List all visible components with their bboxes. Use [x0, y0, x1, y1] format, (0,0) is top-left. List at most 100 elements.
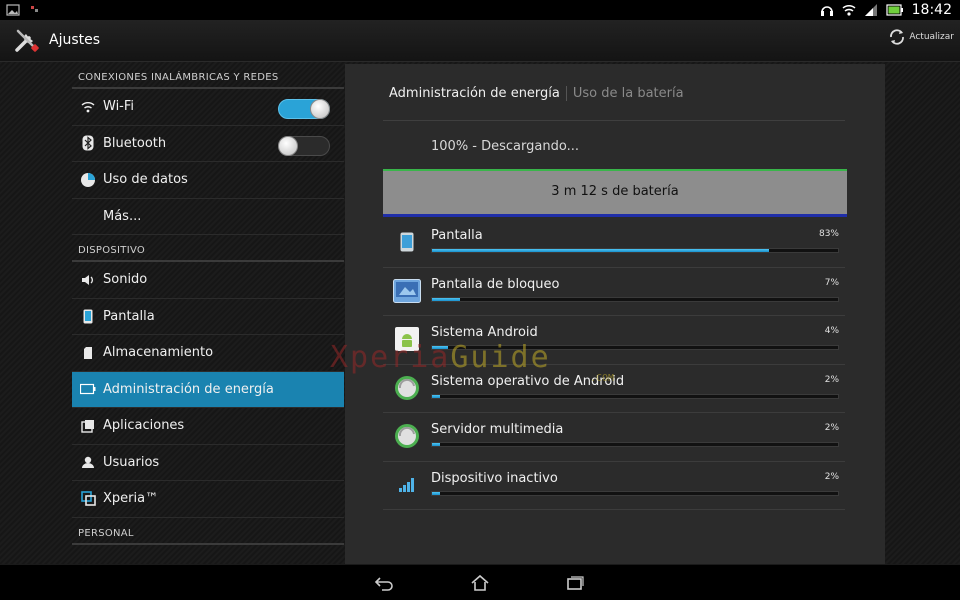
- usage-bar: [431, 248, 839, 253]
- content-area: CONEXIONES INALÁMBRICAS Y REDES Wi-Fi Bl…: [0, 62, 960, 564]
- menu-item-label: Usuarios: [103, 454, 160, 470]
- menu-item-label: Xperia™: [103, 491, 159, 507]
- usage-bar-fill: [432, 346, 449, 349]
- settings-tools-icon[interactable]: [12, 25, 42, 55]
- menu-item-bluetooth[interactable]: Bluetooth: [72, 126, 344, 162]
- usage-label: Pantalla de bloqueo: [431, 276, 560, 292]
- menu-item-power-management[interactable]: Administración de energía: [72, 371, 344, 408]
- usage-bar: [431, 393, 839, 399]
- usage-bar: [431, 442, 839, 447]
- usage-bar-fill: [432, 297, 461, 301]
- bluetooth-icon: [79, 134, 97, 152]
- section-header-personal: PERSONAL: [72, 518, 344, 545]
- back-icon: [374, 577, 393, 591]
- menu-item-sound[interactable]: Sonido: [72, 262, 344, 299]
- storage-icon: [79, 344, 97, 362]
- toggle-knob: [310, 99, 330, 119]
- menu-item-label: Bluetooth: [103, 135, 167, 151]
- gallery-notification-icon: [6, 4, 20, 16]
- apps-icon: [79, 417, 97, 435]
- usage-label: Sistema Android: [431, 325, 538, 340]
- menu-item-storage[interactable]: Almacenamiento: [72, 335, 344, 372]
- menu-item-display[interactable]: Pantalla: [72, 299, 344, 335]
- toggle-knob: [278, 135, 298, 156]
- android-os-icon: [393, 374, 421, 402]
- menu-item-label: Sonido: [103, 272, 148, 288]
- home-icon: [471, 574, 489, 591]
- panel-tabs: Administración de energía Uso de la bate…: [389, 86, 684, 101]
- usage-row-android-os[interactable]: Sistema operativo de Android 2%: [383, 365, 845, 413]
- headset-icon: [820, 6, 833, 16]
- sound-icon: [79, 271, 97, 289]
- cell-signal-icon: [864, 4, 877, 16]
- usage-label: Pantalla: [431, 228, 483, 243]
- battery-icon: [886, 4, 903, 16]
- home-button[interactable]: [470, 573, 490, 593]
- recent-apps-button[interactable]: [565, 573, 585, 593]
- bluetooth-toggle[interactable]: [278, 135, 330, 156]
- usage-row-android-system[interactable]: Sistema Android 4%: [383, 316, 845, 365]
- usage-row-media-server[interactable]: Servidor multimedia 2%: [383, 413, 845, 462]
- usage-list: Pantalla 83% Pantalla de bloqueo 7% Sist…: [383, 219, 845, 510]
- back-button[interactable]: [374, 573, 394, 593]
- menu-item-label: Uso de datos: [103, 172, 188, 188]
- refresh-label: Actualizar: [909, 32, 954, 42]
- wifi-signal-icon: [842, 4, 856, 16]
- screen-icon: [393, 228, 421, 256]
- menu-item-label: Pantalla: [103, 308, 155, 324]
- tabs-divider: [383, 120, 845, 121]
- app-title: Ajustes: [49, 32, 101, 48]
- usage-bar-fill: [432, 443, 441, 446]
- menu-item-more[interactable]: Más...: [72, 199, 344, 235]
- wifi-icon: [79, 98, 97, 116]
- usage-bar: [431, 296, 839, 302]
- usage-label: Servidor multimedia: [431, 422, 564, 437]
- navigation-bar: [0, 564, 960, 600]
- menu-item-users[interactable]: Usuarios: [72, 445, 344, 481]
- cell-standby-icon: [393, 471, 421, 499]
- usage-bar-fill: [432, 394, 441, 398]
- section-header-device: DISPOSITIVO: [72, 235, 344, 262]
- android-icon: [393, 325, 421, 353]
- battery-status: 100% - Descargando...: [431, 139, 579, 154]
- usage-percent: 2%: [824, 471, 839, 482]
- usage-row-lockscreen[interactable]: Pantalla de bloqueo 7%: [383, 268, 845, 316]
- users-icon: [79, 453, 97, 471]
- menu-item-label: Almacenamiento: [103, 345, 214, 361]
- usage-percent: 2%: [824, 423, 839, 433]
- usage-percent: 83%: [818, 229, 839, 239]
- usage-row-cell-standby[interactable]: Dispositivo inactivo 2%: [383, 462, 845, 510]
- usage-label: Sistema operativo de Android: [431, 373, 625, 389]
- section-header-wireless: CONEXIONES INALÁMBRICAS Y REDES: [72, 62, 344, 89]
- xperia-icon: [79, 490, 97, 508]
- action-bar: Ajustes Actualizar: [0, 20, 960, 62]
- menu-item-label: Más...: [103, 208, 142, 224]
- usage-bar: [431, 345, 839, 350]
- tab-battery-usage[interactable]: Uso de la batería: [567, 86, 684, 101]
- usage-label: Dispositivo inactivo: [431, 470, 558, 486]
- usage-percent: 4%: [824, 326, 839, 336]
- power-icon: [79, 380, 97, 398]
- menu-item-data-usage[interactable]: Uso de datos: [72, 162, 344, 199]
- recent-apps-icon: [567, 576, 584, 590]
- power-management-panel: Administración de energía Uso de la bate…: [345, 64, 885, 564]
- battery-graph[interactable]: 3 m 12 s de batería: [383, 169, 847, 217]
- menu-item-apps[interactable]: Aplicaciones: [72, 408, 344, 445]
- usage-row-screen[interactable]: Pantalla 83%: [383, 219, 845, 268]
- clock: 18:42: [911, 2, 952, 18]
- display-icon: [79, 307, 97, 325]
- data-usage-icon: [79, 171, 97, 189]
- menu-item-label: Wi-Fi: [103, 99, 135, 115]
- refresh-icon: [890, 29, 905, 45]
- wifi-toggle[interactable]: [278, 99, 330, 119]
- battery-time-label: 3 m 12 s de batería: [551, 184, 679, 199]
- tab-power-management[interactable]: Administración de energía: [389, 86, 567, 101]
- menu-item-wifi[interactable]: Wi-Fi: [72, 89, 344, 126]
- menu-item-xperia[interactable]: Xperia™: [72, 481, 344, 518]
- app-notification-icon: [31, 6, 38, 12]
- usage-bar-fill: [432, 249, 769, 252]
- mediaserver-icon: [393, 422, 421, 450]
- settings-list: CONEXIONES INALÁMBRICAS Y REDES Wi-Fi Bl…: [72, 62, 344, 564]
- menu-item-label: Administración de energía: [103, 381, 274, 397]
- refresh-button[interactable]: Actualizar: [888, 28, 954, 46]
